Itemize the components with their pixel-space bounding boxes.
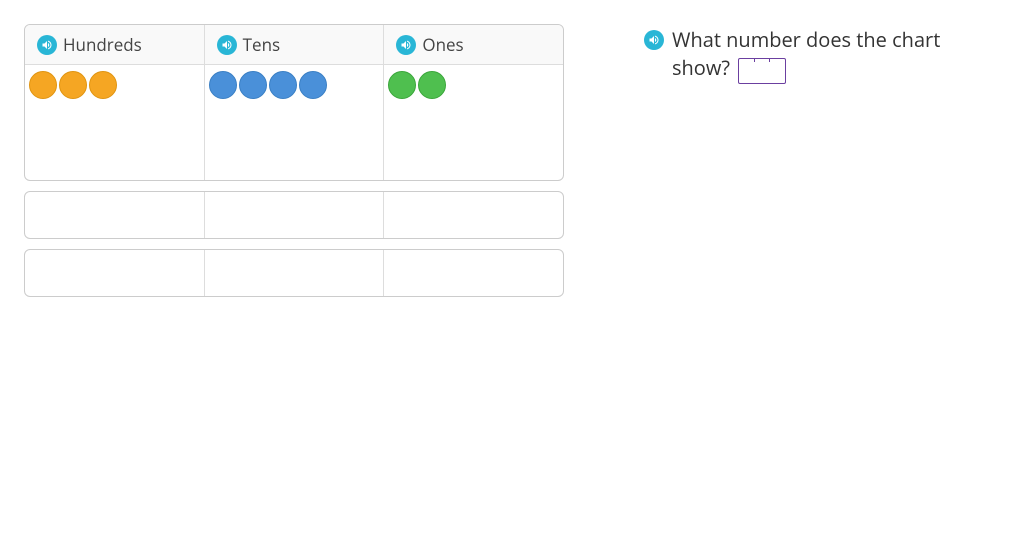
place-value-table: Hundreds Tens Ones: [24, 24, 564, 181]
place-value-chart-area: Hundreds Tens Ones: [24, 24, 564, 536]
empty-row-2: [24, 249, 564, 297]
tens-cell: [205, 65, 385, 180]
hundreds-dot: [59, 71, 87, 99]
ones-dot: [388, 71, 416, 99]
ones-label: Ones: [422, 33, 463, 56]
hundreds-header: Hundreds: [25, 25, 205, 65]
empty-cell: [205, 250, 385, 296]
answer-input[interactable]: [738, 58, 786, 84]
ones-dot: [418, 71, 446, 99]
audio-icon[interactable]: [37, 35, 57, 55]
table-body-row: [25, 65, 563, 180]
hundreds-dot: [29, 71, 57, 99]
empty-row-1: [24, 191, 564, 239]
hundreds-label: Hundreds: [63, 33, 142, 56]
hundreds-dot: [89, 71, 117, 99]
empty-cell: [384, 192, 563, 238]
tens-dot: [209, 71, 237, 99]
hundreds-cell: [25, 65, 205, 180]
empty-cell: [205, 192, 385, 238]
empty-cell: [25, 250, 205, 296]
tens-dot: [269, 71, 297, 99]
ones-cell: [384, 65, 563, 180]
audio-icon[interactable]: [217, 35, 237, 55]
question-area: What number does the chart show?: [644, 24, 1000, 536]
ones-header: Ones: [384, 25, 563, 65]
question-text: What number does the chart show?: [672, 26, 940, 81]
tens-dot: [299, 71, 327, 99]
tens-header: Tens: [205, 25, 385, 65]
tens-label: Tens: [243, 33, 280, 56]
empty-cell: [384, 250, 563, 296]
audio-icon[interactable]: [396, 35, 416, 55]
tens-dot: [239, 71, 267, 99]
audio-icon[interactable]: [644, 30, 664, 50]
table-header-row: Hundreds Tens Ones: [25, 25, 563, 65]
empty-cell: [25, 192, 205, 238]
